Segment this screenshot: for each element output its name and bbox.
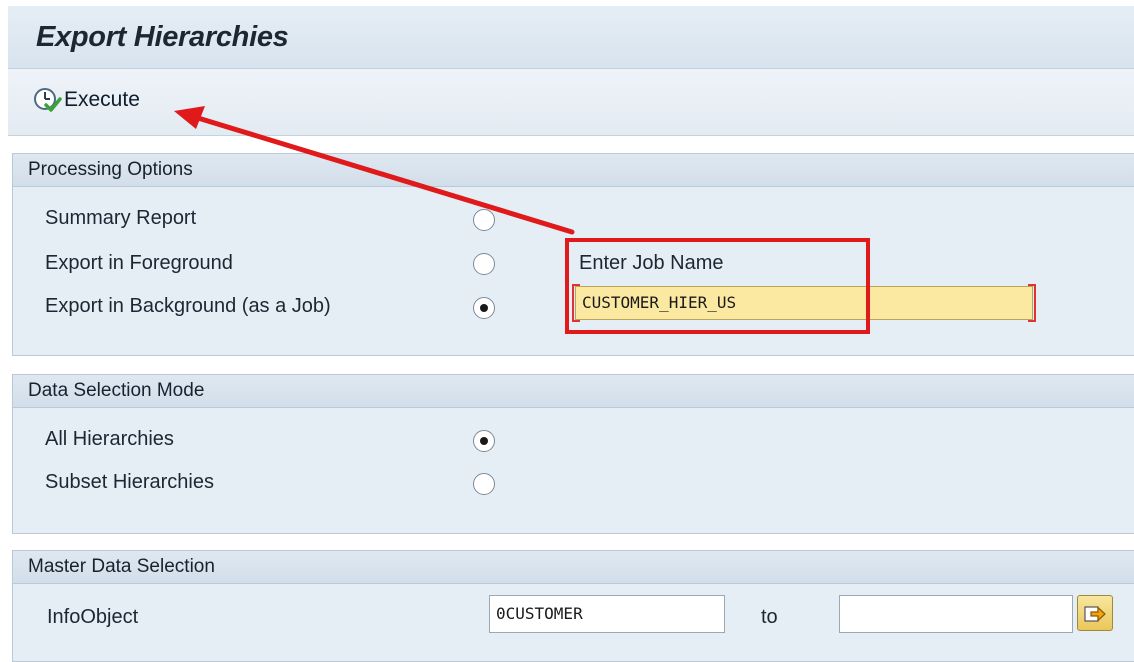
multiple-selection-button[interactable] bbox=[1077, 595, 1113, 631]
processing-options-header: Processing Options bbox=[13, 154, 1134, 187]
option-export-background-radio[interactable] bbox=[473, 297, 495, 319]
infoobject-from-input[interactable]: 0CUSTOMER bbox=[489, 595, 725, 633]
application-toolbar: Execute bbox=[8, 69, 1134, 136]
execute-button[interactable]: Execute bbox=[32, 85, 140, 115]
page-title: Export Hierarchies bbox=[36, 21, 289, 53]
data-selection-mode-header: Data Selection Mode bbox=[13, 375, 1134, 408]
infoobject-to-input[interactable] bbox=[839, 595, 1073, 633]
option-subset-hierarchies-label: Subset Hierarchies bbox=[45, 471, 214, 493]
infoobject-label: InfoObject bbox=[47, 606, 139, 628]
option-export-background-label: Export in Background (as a Job) bbox=[45, 295, 331, 317]
option-export-foreground-label: Export in Foreground bbox=[45, 252, 233, 274]
option-summary-report-label: Summary Report bbox=[45, 207, 197, 229]
option-subset-hierarchies-radio[interactable] bbox=[473, 473, 495, 495]
title-bar: Export Hierarchies bbox=[8, 6, 1134, 69]
job-name-input[interactable]: CUSTOMER_HIER_US bbox=[575, 286, 1033, 320]
option-all-hierarchies-radio[interactable] bbox=[473, 430, 495, 452]
execute-label: Execute bbox=[64, 88, 140, 111]
master-data-selection-group: Master Data Selection InfoObject 0CUSTOM… bbox=[12, 550, 1134, 662]
job-name-label: Enter Job Name bbox=[579, 252, 724, 274]
execute-clock-icon bbox=[34, 88, 62, 112]
option-all-hierarchies-label: All Hierarchies bbox=[45, 428, 174, 450]
required-bracket-right bbox=[1028, 284, 1036, 322]
option-export-foreground-radio[interactable] bbox=[473, 253, 495, 275]
multiple-selection-arrow-icon bbox=[1084, 606, 1106, 622]
processing-options-group: Processing Options Summary Report Export… bbox=[12, 153, 1134, 356]
master-data-selection-header: Master Data Selection bbox=[13, 551, 1134, 584]
to-label: to bbox=[761, 606, 778, 628]
option-summary-report-radio[interactable] bbox=[473, 209, 495, 231]
data-selection-mode-group: Data Selection Mode All Hierarchies Subs… bbox=[12, 374, 1134, 534]
